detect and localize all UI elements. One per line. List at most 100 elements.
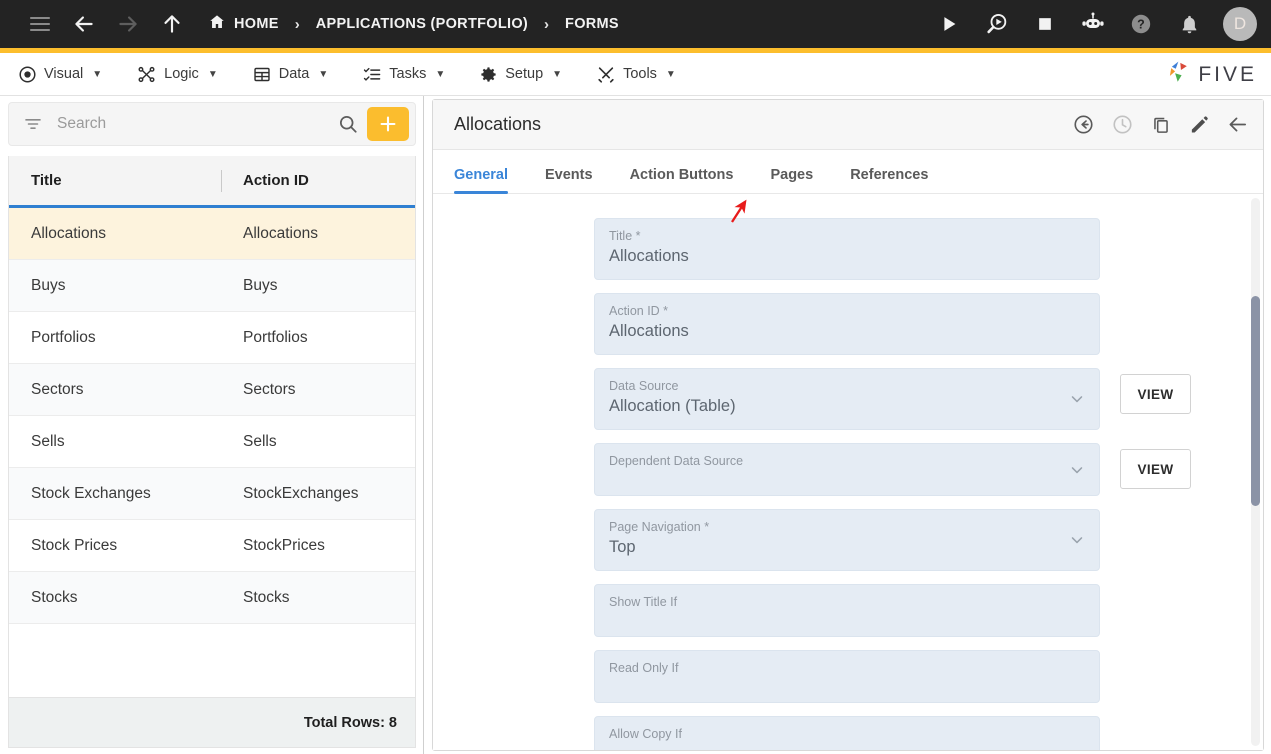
help-icon[interactable]: ? bbox=[1119, 2, 1163, 46]
form-scrollbar-thumb[interactable] bbox=[1251, 296, 1260, 506]
menu-item-tools[interactable]: Tools ▼ bbox=[596, 65, 676, 84]
form-fields: Title * Allocations Action ID * Allocati… bbox=[433, 194, 1263, 750]
tab-general[interactable]: General bbox=[454, 167, 508, 193]
cell-action-id: Stocks bbox=[221, 589, 415, 607]
chevron-down-icon[interactable] bbox=[1068, 531, 1086, 554]
menu-item-tasks[interactable]: Tasks ▼ bbox=[362, 65, 445, 84]
page-title: Allocations bbox=[454, 114, 1072, 135]
breadcrumb-item-home[interactable]: HOME bbox=[208, 13, 279, 35]
menu-item-logic[interactable]: Logic ▼ bbox=[136, 65, 218, 84]
title-field[interactable]: Title * Allocations bbox=[594, 218, 1100, 280]
read-only-if-field[interactable]: Read Only If bbox=[594, 650, 1100, 703]
debug-icon[interactable] bbox=[975, 2, 1019, 46]
general-tab-form: Title * Allocations Action ID * Allocati… bbox=[433, 194, 1263, 750]
detail-action-group bbox=[1072, 113, 1249, 136]
table-row[interactable]: Stock Exchanges StockExchanges bbox=[9, 468, 415, 520]
table-row[interactable]: Sells Sells bbox=[9, 416, 415, 468]
run-icon[interactable] bbox=[927, 2, 971, 46]
arrow-left-icon[interactable] bbox=[62, 2, 106, 46]
cell-title: Allocations bbox=[9, 225, 221, 243]
search-input[interactable] bbox=[43, 115, 337, 133]
action-id-field[interactable]: Action ID * Allocations bbox=[594, 293, 1100, 355]
cell-title: Portfolios bbox=[9, 329, 221, 347]
grid-empty-space bbox=[9, 624, 415, 676]
show-title-if-field[interactable]: Show Title If bbox=[594, 584, 1100, 637]
application-window: HOME › APPLICATIONS (PORTFOLIO) › FORMS bbox=[0, 0, 1271, 754]
svg-text:?: ? bbox=[1137, 18, 1145, 32]
cell-title: Stocks bbox=[9, 589, 221, 607]
chevron-down-icon: ▼ bbox=[666, 69, 676, 80]
allow-copy-if-field[interactable]: Allow Copy If bbox=[594, 716, 1100, 750]
chevron-down-icon: ▼ bbox=[435, 69, 445, 80]
data-source-field-label: Data Source bbox=[609, 378, 1085, 394]
tab-action-buttons[interactable]: Action Buttons bbox=[630, 167, 734, 193]
cell-action-id: Sectors bbox=[221, 381, 415, 399]
table-row[interactable]: Portfolios Portfolios bbox=[9, 312, 415, 364]
read-only-if-field-label: Read Only If bbox=[609, 660, 1085, 676]
edit-pencil-icon[interactable] bbox=[1188, 114, 1210, 136]
action-id-field-label: Action ID * bbox=[609, 303, 1085, 319]
back-arrow-icon[interactable] bbox=[1226, 113, 1249, 136]
title-field-label: Title * bbox=[609, 228, 1085, 244]
total-rows-label: Total Rows: 8 bbox=[304, 715, 397, 731]
duplicate-icon[interactable] bbox=[1150, 114, 1172, 136]
dependent-data-source-field[interactable]: Dependent Data Source bbox=[594, 443, 1100, 496]
breadcrumb-item-forms[interactable]: FORMS bbox=[565, 16, 619, 32]
menu-item-visual[interactable]: Visual ▼ bbox=[18, 65, 102, 84]
gear-icon bbox=[479, 65, 498, 84]
hamburger-icon[interactable] bbox=[18, 2, 62, 46]
tab-references[interactable]: References bbox=[850, 167, 928, 193]
tab-events[interactable]: Events bbox=[545, 167, 593, 193]
avatar[interactable]: D bbox=[1223, 7, 1257, 41]
menu-item-data[interactable]: Data ▼ bbox=[252, 65, 329, 84]
cell-title: Sells bbox=[9, 433, 221, 451]
dependent-data-source-view-button[interactable]: VIEW bbox=[1120, 449, 1191, 489]
stop-icon[interactable] bbox=[1023, 2, 1067, 46]
cell-title: Stock Prices bbox=[9, 537, 221, 555]
eye-icon bbox=[18, 65, 37, 84]
filter-icon[interactable] bbox=[23, 114, 43, 134]
history-clock-icon[interactable] bbox=[1111, 113, 1134, 136]
revert-icon[interactable] bbox=[1072, 113, 1095, 136]
arrow-up-icon[interactable] bbox=[150, 2, 194, 46]
title-field-value: Allocations bbox=[609, 245, 1085, 268]
chevron-down-icon: ▼ bbox=[552, 69, 562, 80]
assistant-robot-icon[interactable] bbox=[1071, 2, 1115, 46]
table-row[interactable]: Allocations Allocations bbox=[9, 208, 415, 260]
chevron-down-icon: ▼ bbox=[92, 69, 102, 80]
chevron-down-icon[interactable] bbox=[1068, 460, 1086, 483]
chevron-down-icon[interactable] bbox=[1068, 390, 1086, 413]
breadcrumb-label-forms: FORMS bbox=[565, 16, 619, 32]
tab-pages[interactable]: Pages bbox=[770, 167, 813, 193]
column-header-title[interactable]: Title bbox=[9, 156, 221, 205]
table-row[interactable]: Stock Prices StockPrices bbox=[9, 520, 415, 572]
column-header-action-id[interactable]: Action ID bbox=[222, 156, 415, 205]
menu-label-tools: Tools bbox=[623, 66, 657, 82]
action-id-field-value: Allocations bbox=[609, 320, 1085, 343]
page-navigation-field[interactable]: Page Navigation * Top bbox=[594, 509, 1100, 571]
table-row[interactable]: Stocks Stocks bbox=[9, 572, 415, 624]
logic-nodes-icon bbox=[136, 65, 157, 84]
form-scrollbar-track[interactable] bbox=[1251, 198, 1260, 746]
notifications-bell-icon[interactable] bbox=[1167, 2, 1211, 46]
arrow-right-icon[interactable] bbox=[106, 2, 150, 46]
search-icon[interactable] bbox=[337, 113, 359, 135]
breadcrumb-separator-1: › bbox=[295, 16, 300, 33]
topbar-action-group: ? D bbox=[927, 0, 1257, 48]
add-record-button[interactable] bbox=[367, 107, 409, 141]
top-navigation-bar: HOME › APPLICATIONS (PORTFOLIO) › FORMS bbox=[0, 0, 1271, 48]
brand-text: FIVE bbox=[1198, 63, 1257, 87]
dependent-data-source-field-label: Dependent Data Source bbox=[609, 453, 1085, 469]
data-source-view-button[interactable]: VIEW bbox=[1120, 374, 1191, 414]
data-source-field-value: Allocation (Table) bbox=[609, 395, 1085, 418]
menu-item-setup[interactable]: Setup ▼ bbox=[479, 65, 562, 84]
detail-header: Allocations bbox=[433, 100, 1263, 150]
form-row-title: Title * Allocations bbox=[594, 218, 1263, 280]
table-row[interactable]: Buys Buys bbox=[9, 260, 415, 312]
cell-action-id: StockExchanges bbox=[221, 485, 415, 503]
form-detail-panel: Allocations General bbox=[432, 99, 1264, 751]
data-source-field[interactable]: Data Source Allocation (Table) bbox=[594, 368, 1100, 430]
menu-label-logic: Logic bbox=[164, 66, 199, 82]
table-row[interactable]: Sectors Sectors bbox=[9, 364, 415, 416]
breadcrumb-item-applications[interactable]: APPLICATIONS (PORTFOLIO) bbox=[316, 16, 528, 32]
